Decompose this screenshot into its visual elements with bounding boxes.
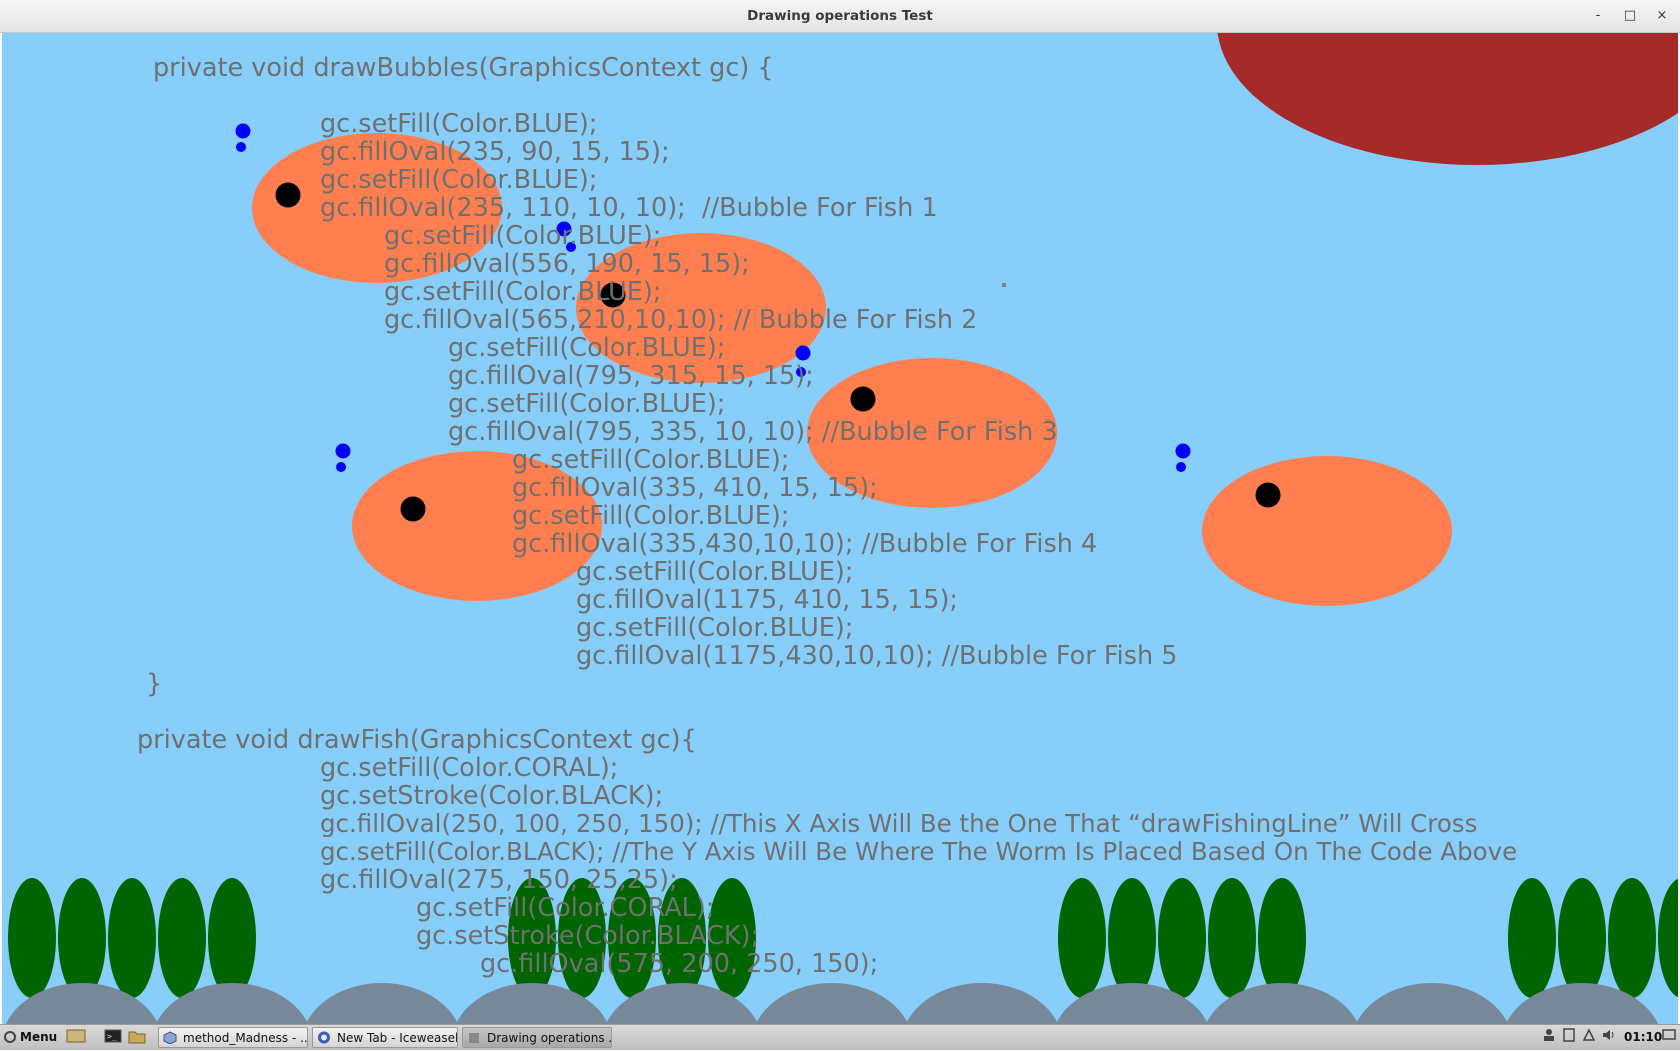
code-line: gc.setFill(Color.BLUE); xyxy=(448,389,726,419)
user-icon[interactable] xyxy=(1542,1028,1556,1042)
window-title: Drawing operations Test xyxy=(747,8,933,24)
window-titlebar[interactable]: Drawing operations Test - □ × xyxy=(0,0,1680,33)
desktop-icon xyxy=(66,1029,86,1043)
code-line: gc.fillOval(335,430,10,10); //Bubble For… xyxy=(512,529,1098,559)
code-line: gc.setFill(Color.CORAL); xyxy=(320,753,619,783)
file-manager-launcher[interactable] xyxy=(128,1027,148,1047)
code-line: gc.fillOval(235, 90, 15, 15); xyxy=(320,137,670,167)
code-line: gc.setFill(Color.BLUE); xyxy=(576,613,854,643)
maximize-button[interactable]: □ xyxy=(1620,7,1640,25)
code-line: gc.fillOval(1175, 410, 15, 15); xyxy=(576,585,959,615)
minimize-button[interactable]: - xyxy=(1588,7,1608,25)
volume-icon[interactable] xyxy=(1602,1028,1616,1042)
terminal-launcher[interactable]: >_ xyxy=(104,1027,124,1047)
code-line: gc.setStroke(Color.BLACK); xyxy=(416,921,760,951)
code-line: gc.fillOval(1175,430,10,10); //Bubble Fo… xyxy=(576,641,1178,671)
clipboard-icon[interactable] xyxy=(1562,1028,1576,1042)
code-line: gc.fillOval(565,210,10,10); // Bubble Fo… xyxy=(384,305,978,335)
menu-button[interactable]: Menu xyxy=(4,1027,58,1047)
code-line: gc.setFill(Color.BLUE); xyxy=(384,221,662,251)
code-line: gc.fillOval(795, 335, 10, 10); //Bubble … xyxy=(448,417,1058,447)
code-line: gc.fillOval(795, 315, 15, 15); xyxy=(448,361,814,391)
code-line: gc.setFill(Color.BLUE); xyxy=(512,501,790,531)
clock[interactable]: 01:10 xyxy=(1624,1027,1662,1047)
svg-text:>_: >_ xyxy=(107,1032,117,1041)
code-line: private void drawBubbles(GraphicsContext… xyxy=(153,53,774,83)
code-line: gc.fillOval(335, 410, 15, 15); xyxy=(512,473,878,503)
code-line: gc.fillOval(556, 190, 15, 15); xyxy=(384,249,750,279)
code-line: gc.fillOval(235, 110, 10, 10); //Bubble … xyxy=(320,193,938,223)
task-label: New Tab - Iceweasel xyxy=(337,1031,458,1045)
java-icon xyxy=(469,1033,479,1043)
code-line: gc.fillOval(275, 150, 25,25); xyxy=(320,865,678,895)
drawing-canvas: private void drawBubbles(GraphicsContext… xyxy=(2,33,1678,1024)
code-line: } xyxy=(146,669,163,699)
show-desktop-icon[interactable] xyxy=(1662,1028,1676,1042)
code-overlay: private void drawBubbles(GraphicsContext… xyxy=(2,33,1678,1024)
iceweasel-icon xyxy=(318,1031,330,1044)
code-line: gc.setFill(Color.CORAL); xyxy=(416,893,715,923)
show-desktop-button[interactable] xyxy=(66,1027,88,1047)
taskbar: Menu >_ method_Madness - ... New Tab - I… xyxy=(0,1024,1680,1050)
code-line: gc.setFill(Color.BLUE); xyxy=(512,445,790,475)
task-drawing-operations[interactable]: Drawing operations ... xyxy=(462,1027,612,1048)
code-line: gc.setStroke(Color.BLACK); xyxy=(320,781,664,811)
terminal-icon: >_ xyxy=(104,1029,122,1043)
folder-icon xyxy=(128,1031,146,1044)
task-label: Drawing operations ... xyxy=(487,1031,612,1045)
code-line: gc.setFill(Color.BLUE); xyxy=(384,277,662,307)
network-icon[interactable] xyxy=(1582,1028,1596,1042)
code-line: gc.setFill(Color.BLUE); xyxy=(320,109,598,139)
menu-label: Menu xyxy=(20,1030,58,1044)
code-line: gc.setFill(Color.BLACK); //The Y Axis Wi… xyxy=(320,837,1518,866)
code-line: gc.fillOval(250, 100, 250, 150); //This … xyxy=(320,809,1478,838)
code-line: gc.setFill(Color.BLUE); xyxy=(576,557,854,587)
code-line: private void drawFish(GraphicsContext gc… xyxy=(137,725,697,755)
eclipse-icon xyxy=(163,1031,177,1044)
task-iceweasel[interactable]: New Tab - Iceweasel xyxy=(312,1027,458,1048)
task-eclipse[interactable]: method_Madness - ... xyxy=(158,1027,308,1048)
code-line: gc.setFill(Color.BLUE); xyxy=(448,333,726,363)
task-label: method_Madness - ... xyxy=(183,1031,308,1045)
code-line: gc.fillOval(575, 200, 250, 150); xyxy=(480,949,879,979)
gear-icon xyxy=(4,1031,16,1043)
code-line: gc.setFill(Color.BLUE); xyxy=(320,165,598,195)
close-button[interactable]: × xyxy=(1652,7,1672,25)
